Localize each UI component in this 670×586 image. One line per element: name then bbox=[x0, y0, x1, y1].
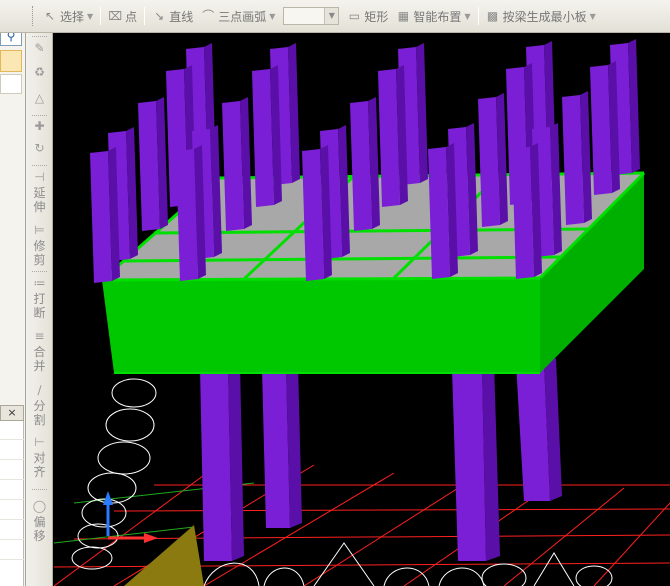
beam-slab-label: 按梁生成最小板 bbox=[502, 9, 587, 24]
select-button[interactable]: ↖ 选择 ▼ bbox=[39, 4, 97, 28]
model-canvas[interactable] bbox=[54, 33, 670, 586]
copy-icon: ♻ bbox=[34, 65, 45, 79]
break-button[interactable]: ≔ 打断 bbox=[26, 276, 53, 320]
trim-button[interactable]: ⊨ 修剪 bbox=[26, 223, 53, 267]
arc-label: 三点画弧 bbox=[218, 9, 267, 24]
mirror-button[interactable]: △ bbox=[26, 91, 53, 107]
three-point-arc-button[interactable]: ⌒ 三点画弧 ▼ bbox=[197, 4, 279, 28]
point-label: 点 bbox=[125, 9, 138, 24]
smart-layout-button[interactable]: ▦ 智能布置 ▼ bbox=[392, 4, 474, 28]
modify-toolbar: ✎ ♻ △ ✚ ↻ ⊣ 延伸 ⊨ 修剪 ≔ 打断 ≡ 合并 ∕ 分割 ⊢ 对齐 … bbox=[26, 33, 53, 586]
chevron-down-icon[interactable]: ▼ bbox=[87, 12, 93, 21]
pointer-icon: ↖ bbox=[44, 9, 56, 23]
toolbar-grip bbox=[32, 271, 47, 272]
toolbar-grip[interactable] bbox=[32, 6, 35, 26]
property-list[interactable] bbox=[0, 421, 24, 586]
align-icon: ⊢ bbox=[34, 435, 45, 449]
arc-icon: ⌒ bbox=[202, 9, 215, 23]
point-button[interactable]: ⌧ 点 bbox=[104, 4, 141, 28]
smart-layout-label: 智能布置 bbox=[413, 9, 462, 24]
extend-label: 延伸 bbox=[33, 186, 46, 214]
chevron-down-icon[interactable]: ▼ bbox=[269, 12, 275, 21]
line-icon: ↘ bbox=[154, 9, 165, 23]
beam-slab-button[interactable]: ▩ 按梁生成最小板 ▼ bbox=[482, 4, 600, 28]
rectangle-icon: ▭ bbox=[348, 9, 361, 23]
type-dropdown[interactable]: ▼ bbox=[283, 7, 340, 25]
list-item[interactable] bbox=[0, 74, 22, 94]
break-icon: ≔ bbox=[33, 276, 46, 290]
separator bbox=[144, 7, 146, 25]
trim-icon: ⊨ bbox=[34, 223, 45, 237]
lower-columns bbox=[200, 358, 562, 561]
pen-icon: ✎ bbox=[34, 41, 45, 55]
3d-viewport[interactable] bbox=[54, 33, 670, 586]
merge-label: 合并 bbox=[33, 345, 46, 373]
move-icon: ✚ bbox=[34, 119, 45, 133]
offset-icon: ◯ bbox=[32, 499, 47, 513]
toolbar-grip bbox=[32, 115, 47, 116]
line-label: 直线 bbox=[169, 9, 194, 24]
break-label: 打断 bbox=[33, 292, 46, 320]
separator bbox=[100, 7, 102, 25]
trim-label: 修剪 bbox=[33, 239, 46, 267]
split-button[interactable]: ∕ 分割 bbox=[26, 383, 53, 427]
merge-button[interactable]: ≡ 合并 bbox=[26, 329, 53, 373]
rotate-button[interactable]: ↻ bbox=[26, 141, 53, 157]
offset-button[interactable]: ◯ 偏移 bbox=[26, 499, 53, 543]
align-button[interactable]: ⊢ 对齐 bbox=[26, 435, 53, 479]
ground-wedge bbox=[124, 525, 204, 586]
split-label: 分割 bbox=[33, 399, 46, 427]
toolbar-grip bbox=[32, 165, 47, 166]
beam-slab-icon: ▩ bbox=[486, 9, 499, 23]
ground-grid bbox=[54, 452, 670, 586]
chevron-down-icon[interactable]: ▼ bbox=[324, 8, 339, 24]
line-button[interactable]: ↘ 直线 bbox=[148, 4, 197, 28]
slab-front-face bbox=[102, 278, 540, 373]
extend-icon: ⊣ bbox=[34, 170, 45, 184]
close-icon[interactable]: × bbox=[0, 405, 24, 421]
left-panel: ⚲ × bbox=[0, 0, 26, 586]
extend-button[interactable]: ⊣ 延伸 bbox=[26, 170, 53, 214]
smart-layout-icon: ▦ bbox=[397, 9, 410, 23]
align-label: 对齐 bbox=[33, 451, 46, 479]
rotate-icon: ↻ bbox=[34, 141, 45, 155]
pen-button[interactable]: ✎ bbox=[26, 41, 53, 57]
toolbar-grip[interactable] bbox=[32, 36, 47, 37]
split-icon: ∕ bbox=[37, 383, 42, 397]
chevron-down-icon[interactable]: ▼ bbox=[590, 12, 596, 21]
selected-list-item[interactable] bbox=[0, 50, 22, 72]
drawing-toolbar: ↖ 选择 ▼ ⌧ 点 ↘ 直线 ⌒ 三点画弧 ▼ ▼ ▭ 矩形 ▦ 智能布置 ▼… bbox=[0, 0, 670, 33]
copy-button[interactable]: ♻ bbox=[26, 65, 53, 81]
chevron-down-icon[interactable]: ▼ bbox=[464, 12, 470, 21]
toolbar-grip bbox=[32, 489, 47, 490]
merge-icon: ≡ bbox=[34, 329, 45, 343]
move-button[interactable]: ✚ bbox=[26, 119, 53, 135]
point-icon: ⌧ bbox=[108, 9, 123, 23]
offset-label: 偏移 bbox=[33, 515, 46, 543]
rectangle-button[interactable]: ▭ 矩形 bbox=[343, 4, 392, 28]
rect-label: 矩形 bbox=[364, 9, 389, 24]
mirror-icon: △ bbox=[34, 91, 45, 105]
select-label: 选择 bbox=[60, 9, 85, 24]
separator bbox=[477, 7, 479, 25]
